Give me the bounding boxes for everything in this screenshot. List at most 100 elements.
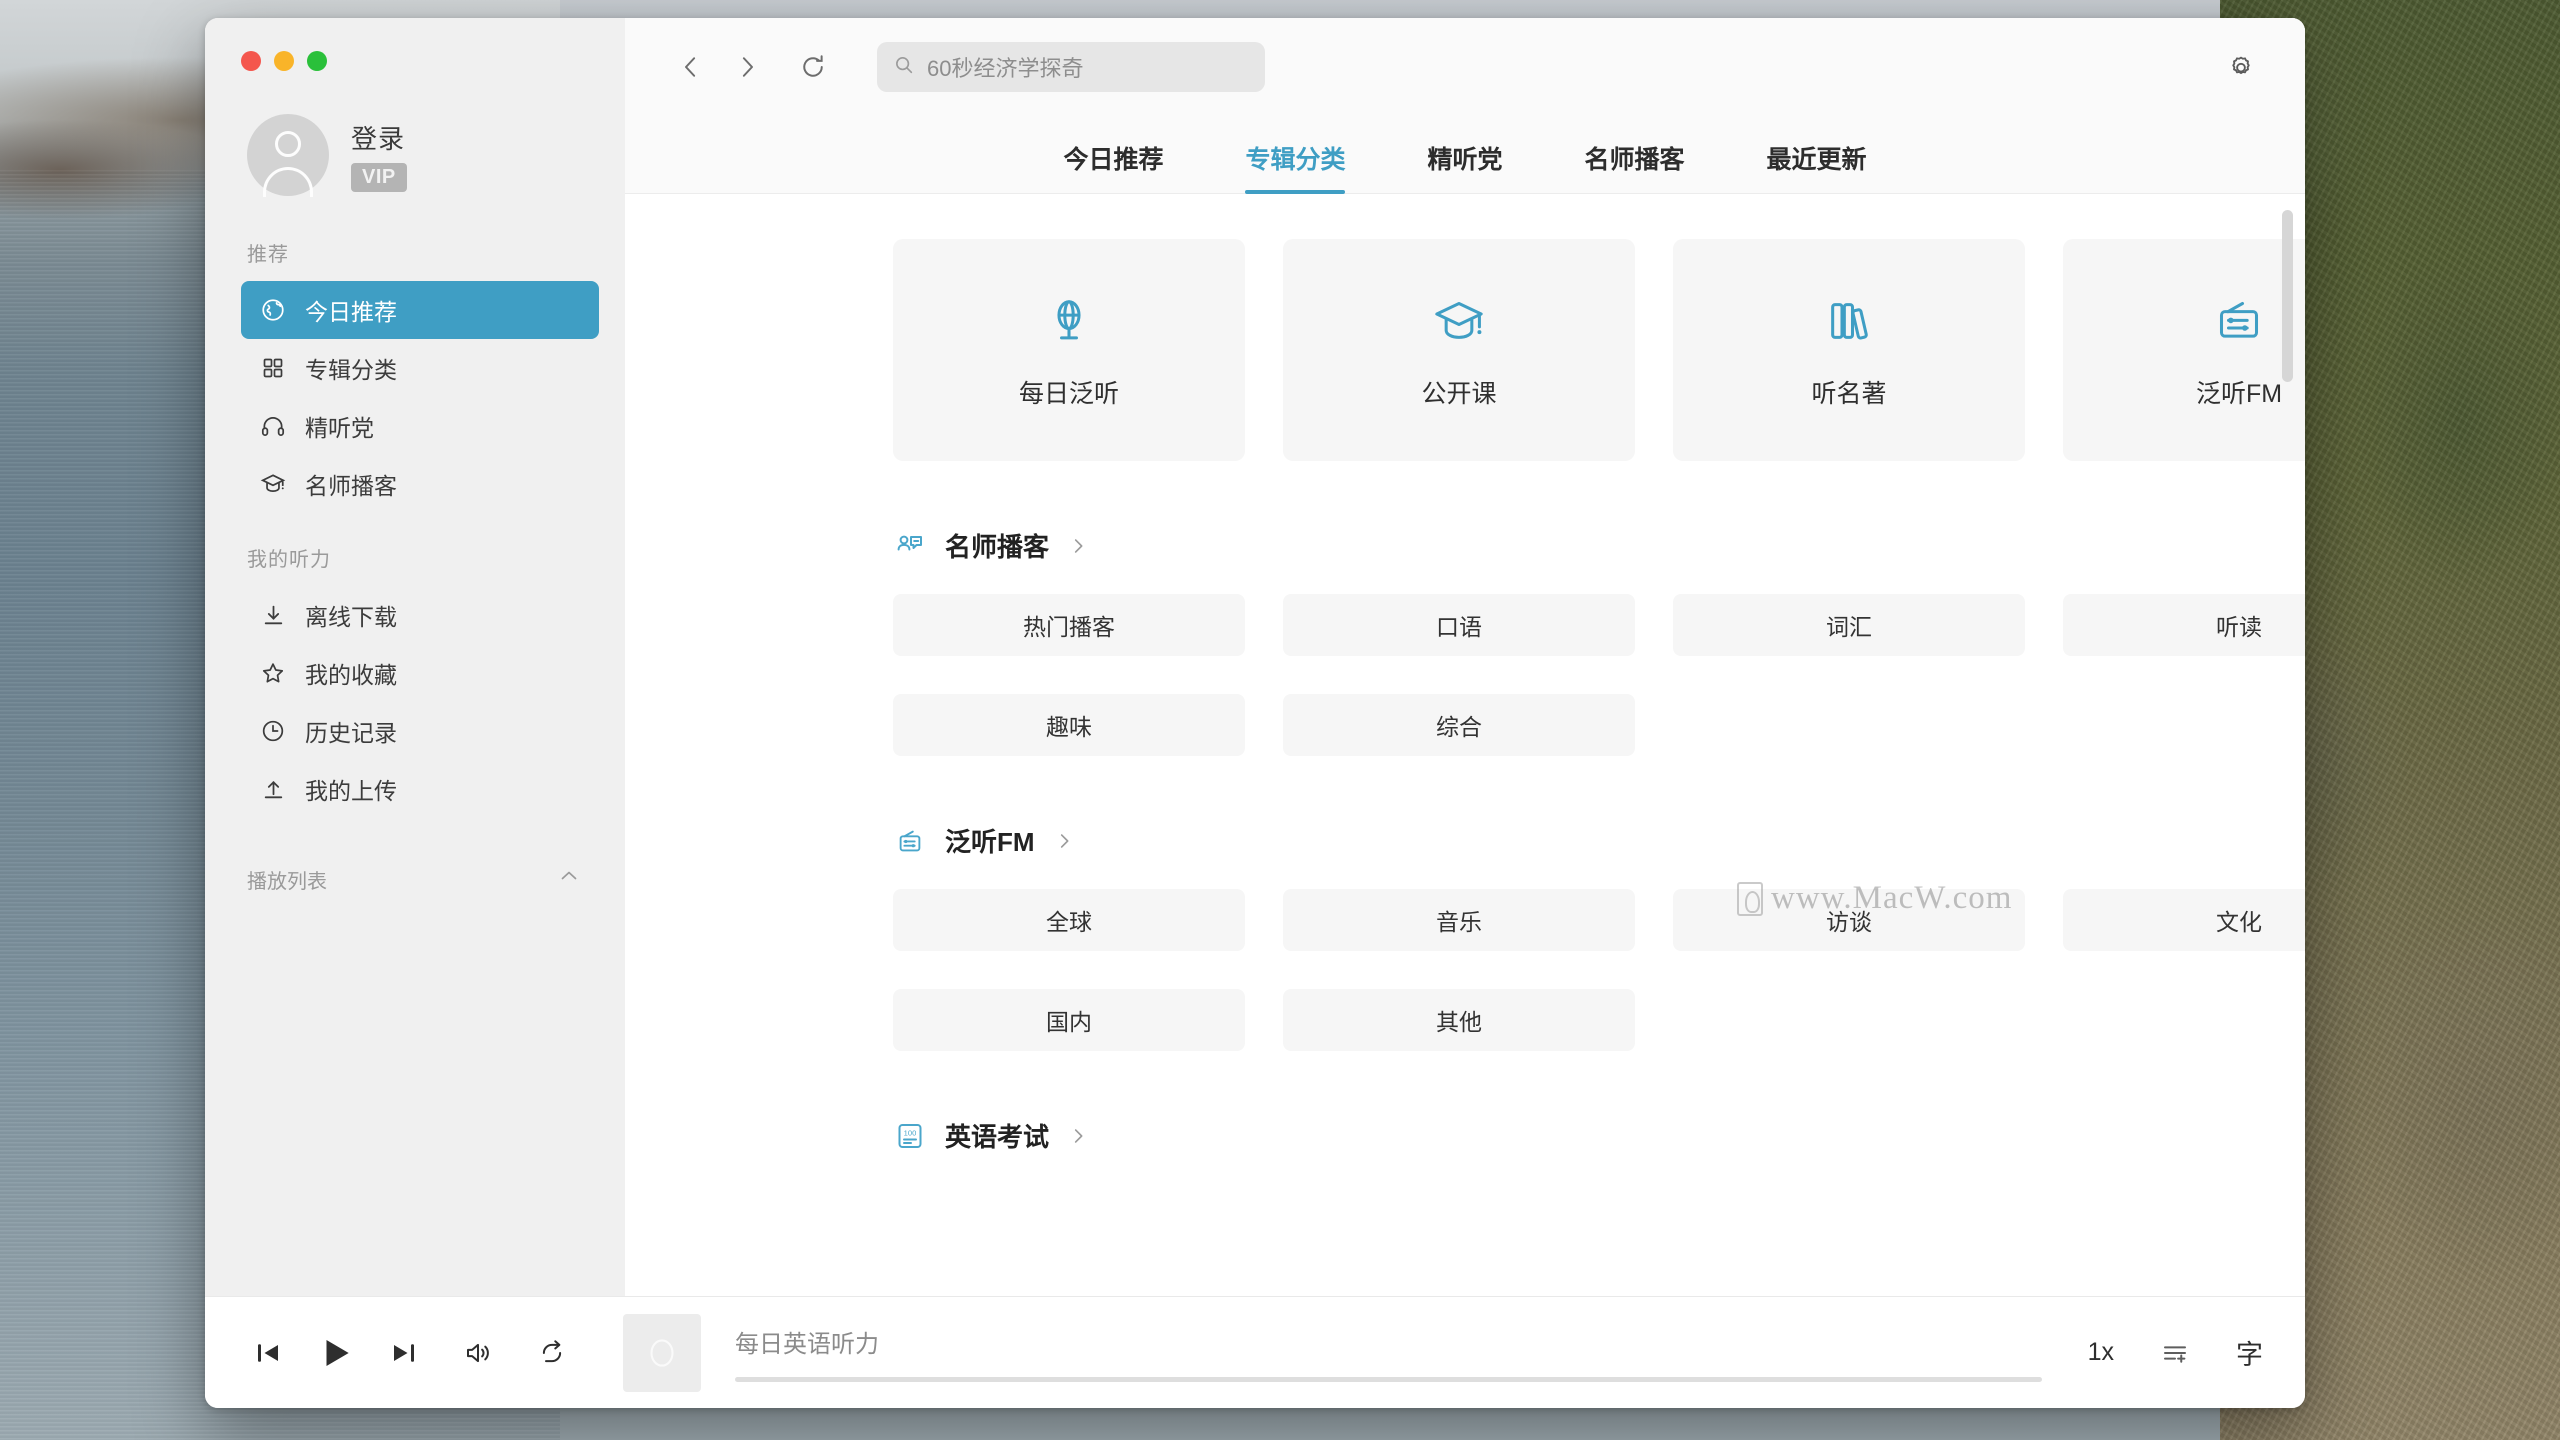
gear-icon[interactable] — [2213, 39, 2269, 95]
category-card-open-course[interactable]: 公开课 — [1283, 239, 1635, 461]
sidebar: 登录 VIP 推荐 — [205, 18, 625, 1296]
radio-icon — [2208, 290, 2270, 352]
main-area: 60秒经济学探奇 今日推荐 专辑分类 精听党 名师播客 最近更新 — [625, 18, 2305, 1296]
playlist-add-icon[interactable] — [2160, 1338, 2190, 1368]
search-input[interactable]: 60秒经济学探奇 — [877, 42, 1265, 92]
sidebar-item-history[interactable]: 历史记录 — [241, 702, 599, 760]
section-title: 英语考试 — [945, 1117, 1049, 1154]
chip-other[interactable]: 其他 — [1283, 989, 1635, 1051]
tab-intensive-listening[interactable]: 精听党 — [1427, 140, 1502, 193]
content-scroll-area[interactable]: 每日泛听 — [625, 194, 2305, 1296]
tab-album-category[interactable]: 专辑分类 — [1245, 140, 1345, 193]
login-label[interactable]: 登录 — [351, 119, 407, 156]
repeat-icon[interactable] — [537, 1338, 567, 1368]
desktop-wallpaper: 登录 VIP 推荐 — [0, 0, 2560, 1440]
nav-section-my-listening: 我的听力 离线下载 — [205, 543, 625, 818]
chip-culture[interactable]: 文化 — [2063, 889, 2305, 951]
account-text: 登录 VIP — [351, 119, 407, 192]
traffic-lights — [205, 18, 625, 80]
nav-section-recommend: 推荐 今日推荐 — [205, 238, 625, 513]
chip-music[interactable]: 音乐 — [1283, 889, 1635, 951]
sidebar-item-label: 历史记录 — [305, 714, 397, 748]
category-card-fm[interactable]: 泛听FM — [2063, 239, 2305, 461]
content-scrollbar[interactable] — [2282, 210, 2293, 1290]
maximize-button[interactable] — [307, 51, 327, 71]
forward-button[interactable] — [719, 39, 775, 95]
play-button[interactable] — [317, 1334, 355, 1372]
clock-icon — [259, 717, 287, 745]
sidebar-item-label: 我的收藏 — [305, 656, 397, 690]
chevron-right-icon[interactable] — [1067, 535, 1089, 557]
sidebar-item-teacher-podcast[interactable]: 名师播客 — [241, 455, 599, 513]
nav-section-title: 我的听力 — [205, 543, 625, 586]
sidebar-item-label: 今日推荐 — [305, 293, 397, 327]
chip-grid: 全球 音乐 访谈 文化 国内 其他 — [893, 889, 2305, 1051]
avatar — [247, 114, 329, 196]
playback-speed-button[interactable]: 1x — [2088, 1338, 2114, 1367]
chip-vocabulary[interactable]: 词汇 — [1673, 594, 2025, 656]
sidebar-item-offline-download[interactable]: 离线下载 — [241, 586, 599, 644]
skip-next-icon[interactable] — [389, 1338, 419, 1368]
sidebar-item-label: 精听党 — [305, 409, 374, 443]
section-header[interactable]: 名师播客 — [893, 527, 2305, 564]
chip-interview[interactable]: 访谈 — [1673, 889, 2025, 951]
minimize-button[interactable] — [274, 51, 294, 71]
sidebar-item-label: 名师播客 — [305, 467, 397, 501]
category-card-label: 公开课 — [1421, 374, 1496, 410]
progress-bar[interactable] — [735, 1377, 2042, 1382]
score-100-icon: 100 — [893, 1119, 927, 1153]
search-icon — [893, 54, 915, 81]
sidebar-item-my-uploads[interactable]: 我的上传 — [241, 760, 599, 818]
refresh-button[interactable] — [785, 39, 841, 95]
track-title: 每日英语听力 — [735, 1324, 2042, 1359]
section-teacher-podcast: 名师播客 热门播客 口语 词汇 听读 趣味 — [893, 527, 2305, 756]
sidebar-item-favorites[interactable]: 我的收藏 — [241, 644, 599, 702]
tab-today-recommend[interactable]: 今日推荐 — [1063, 140, 1163, 193]
chevron-right-icon[interactable] — [1067, 1125, 1089, 1147]
chip-domestic[interactable]: 国内 — [893, 989, 1245, 1051]
playlist-header[interactable]: 播放列表 — [205, 864, 625, 894]
chevron-right-icon[interactable] — [1053, 830, 1075, 852]
chip-general[interactable]: 综合 — [1283, 694, 1635, 756]
chip-global[interactable]: 全球 — [893, 889, 1245, 951]
skip-previous-icon[interactable] — [253, 1338, 283, 1368]
globe-icon — [259, 296, 287, 324]
section-title: 泛听FM — [945, 822, 1035, 859]
sidebar-item-album-category[interactable]: 专辑分类 — [241, 339, 599, 397]
chip-listen-read[interactable]: 听读 — [2063, 594, 2305, 656]
sidebar-item-label: 专辑分类 — [305, 351, 397, 385]
scrollbar-thumb[interactable] — [2282, 210, 2293, 382]
podcast-person-icon — [893, 529, 927, 563]
section-header[interactable]: 泛听FM — [893, 822, 2305, 859]
volume-icon[interactable] — [463, 1338, 493, 1368]
chip-hot-podcast[interactable]: 热门播客 — [893, 594, 1245, 656]
playlist-title: 播放列表 — [247, 865, 327, 894]
close-button[interactable] — [241, 51, 261, 71]
avatar-body-icon — [263, 167, 313, 197]
category-card-daily-listening[interactable]: 每日泛听 — [893, 239, 1245, 461]
subtitle-toggle-button[interactable]: 字 — [2236, 1333, 2263, 1372]
category-card-listen-classics[interactable]: 听名著 — [1673, 239, 2025, 461]
chip-grid: 热门播客 口语 词汇 听读 趣味 综合 — [893, 594, 2305, 756]
sidebar-item-intensive-listening[interactable]: 精听党 — [241, 397, 599, 455]
books-icon — [1818, 290, 1880, 352]
sidebar-item-label: 离线下载 — [305, 598, 397, 632]
chip-fun[interactable]: 趣味 — [893, 694, 1245, 756]
tab-teacher-podcast[interactable]: 名师播客 — [1585, 140, 1685, 193]
back-button[interactable] — [663, 39, 719, 95]
section-header[interactable]: 100 英语考试 — [893, 1117, 2305, 1154]
sidebar-item-today-recommend[interactable]: 今日推荐 — [241, 281, 599, 339]
chip-spoken[interactable]: 口语 — [1283, 594, 1635, 656]
tab-recent-updates[interactable]: 最近更新 — [1767, 140, 1867, 193]
track-info: 每日英语听力 — [735, 1324, 2042, 1382]
category-card-label: 听名著 — [1811, 374, 1886, 410]
star-icon — [259, 659, 287, 687]
chevron-up-icon[interactable] — [557, 864, 581, 894]
content: 每日泛听 — [625, 194, 2305, 1296]
transport-controls — [253, 1334, 567, 1372]
vip-badge: VIP — [351, 163, 407, 192]
account-block[interactable]: 登录 VIP — [205, 80, 625, 208]
radio-icon — [893, 824, 927, 858]
section-english-exam: 100 英语考试 — [893, 1117, 2305, 1154]
section-fm: 泛听FM 全球 音乐 访谈 文化 国内 其 — [893, 822, 2305, 1051]
